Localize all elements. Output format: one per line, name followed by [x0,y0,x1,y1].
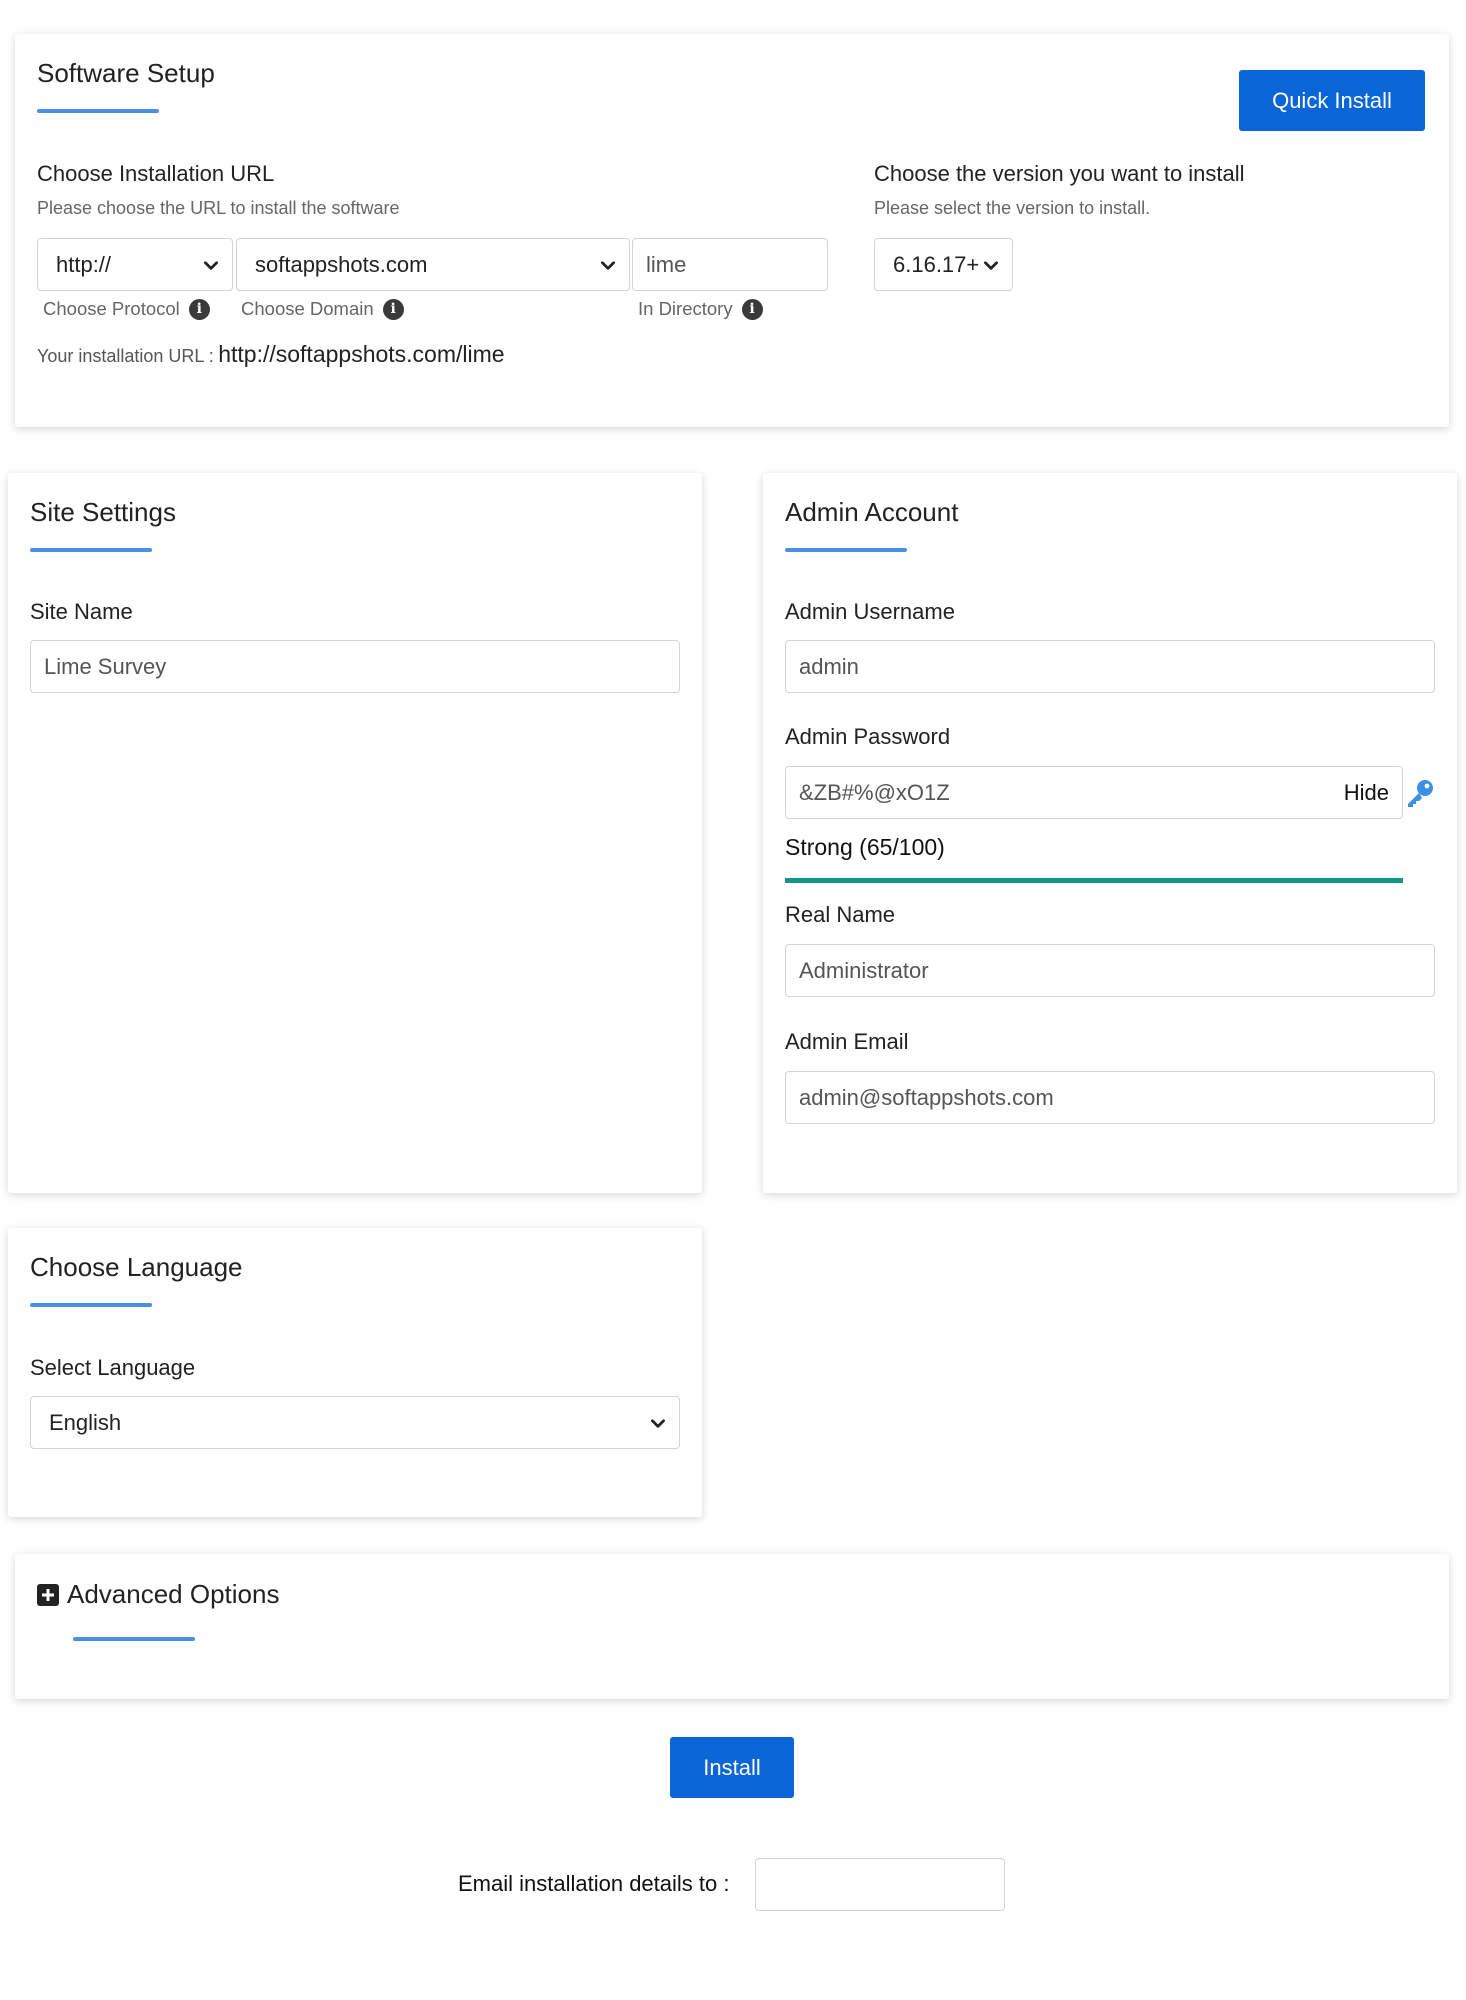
version-value: 6.16.17+ [893,251,980,277]
protocol-label-text: Choose Protocol [43,298,180,319]
site-name-label: Site Name [30,599,133,624]
password-strength-bar [785,878,1403,883]
installation-url-heading: Choose Installation URL [37,161,275,186]
info-icon[interactable]: i [382,298,404,320]
admin-account-underline [785,548,907,552]
domain-label-text: Choose Domain [241,298,374,319]
real-name-value: Administrator [799,957,929,983]
installation-url-line: Your installation URL : http://softappsh… [37,341,505,368]
chevron-down-icon [651,1418,665,1428]
select-language-label: Select Language [30,1355,196,1380]
language-select[interactable]: English [30,1396,680,1449]
email-details-input[interactable] [755,1858,1005,1911]
info-icon[interactable]: i [741,298,763,320]
version-hint: Please select the version to install. [874,198,1151,218]
advanced-options-toggle[interactable]: Advanced Options [37,1579,279,1610]
domain-select[interactable]: softappshots.com [236,238,630,291]
admin-username-label: Admin Username [785,599,955,624]
admin-password-input[interactable]: &ZB#%@xO1Z Hide [785,766,1403,819]
advanced-options-card [15,1554,1449,1699]
choose-language-title: Choose Language [30,1252,243,1282]
password-strength-label: Strong (65/100) [785,834,945,860]
language-value: English [49,1409,122,1435]
advanced-options-title: Advanced Options [67,1579,280,1609]
directory-value: lime [646,251,687,277]
installation-url-value: http://softappshots.com/lime [218,341,505,367]
admin-username-value: admin [799,653,859,679]
chevron-down-icon [204,260,218,270]
hide-password-button[interactable]: Hide [1344,780,1389,806]
site-settings-underline [30,548,152,552]
installation-url-hint: Please choose the URL to install the sof… [37,198,400,218]
version-heading: Choose the version you want to install [874,161,1245,186]
site-settings-card [8,473,702,1193]
admin-password-value: &ZB#%@xO1Z [799,779,950,805]
admin-username-input[interactable]: admin [785,640,1435,693]
key-icon[interactable] [1404,777,1436,809]
plus-square-icon [37,1583,59,1606]
directory-label: In Directory i [638,298,763,320]
email-details-label: Email installation details to : [458,1871,730,1896]
chevron-down-icon [984,260,998,270]
protocol-value: http:// [56,251,112,277]
quick-install-button[interactable]: Quick Install [1239,70,1425,131]
site-name-value: Lime Survey [44,653,167,679]
real-name-input[interactable]: Administrator [785,944,1435,997]
password-strength-track [785,878,1403,883]
protocol-select[interactable]: http:// [37,238,233,291]
admin-password-label: Admin Password [785,724,951,749]
site-name-input[interactable]: Lime Survey [30,640,680,693]
choose-language-underline [30,1303,152,1307]
admin-email-label: Admin Email [785,1029,909,1054]
directory-label-text: In Directory [638,298,733,319]
software-setup-title: Software Setup [37,58,215,88]
domain-label: Choose Domain i [241,298,404,320]
directory-input[interactable]: lime [632,238,828,291]
version-select[interactable]: 6.16.17+ [874,238,1013,291]
software-setup-underline [37,109,159,113]
admin-account-title: Admin Account [785,497,959,527]
install-button[interactable]: Install [670,1737,794,1798]
advanced-options-underline [73,1637,195,1641]
software-setup-card [15,34,1449,427]
installation-url-prefix: Your installation URL : [37,346,214,366]
protocol-label: Choose Protocol i [43,298,210,320]
admin-email-value: admin@softappshots.com [799,1084,1054,1110]
admin-email-input[interactable]: admin@softappshots.com [785,1071,1435,1124]
info-icon[interactable]: i [188,298,210,320]
domain-value: softappshots.com [255,251,428,277]
real-name-label: Real Name [785,902,896,927]
chevron-down-icon [601,260,615,270]
site-settings-title: Site Settings [30,497,176,527]
